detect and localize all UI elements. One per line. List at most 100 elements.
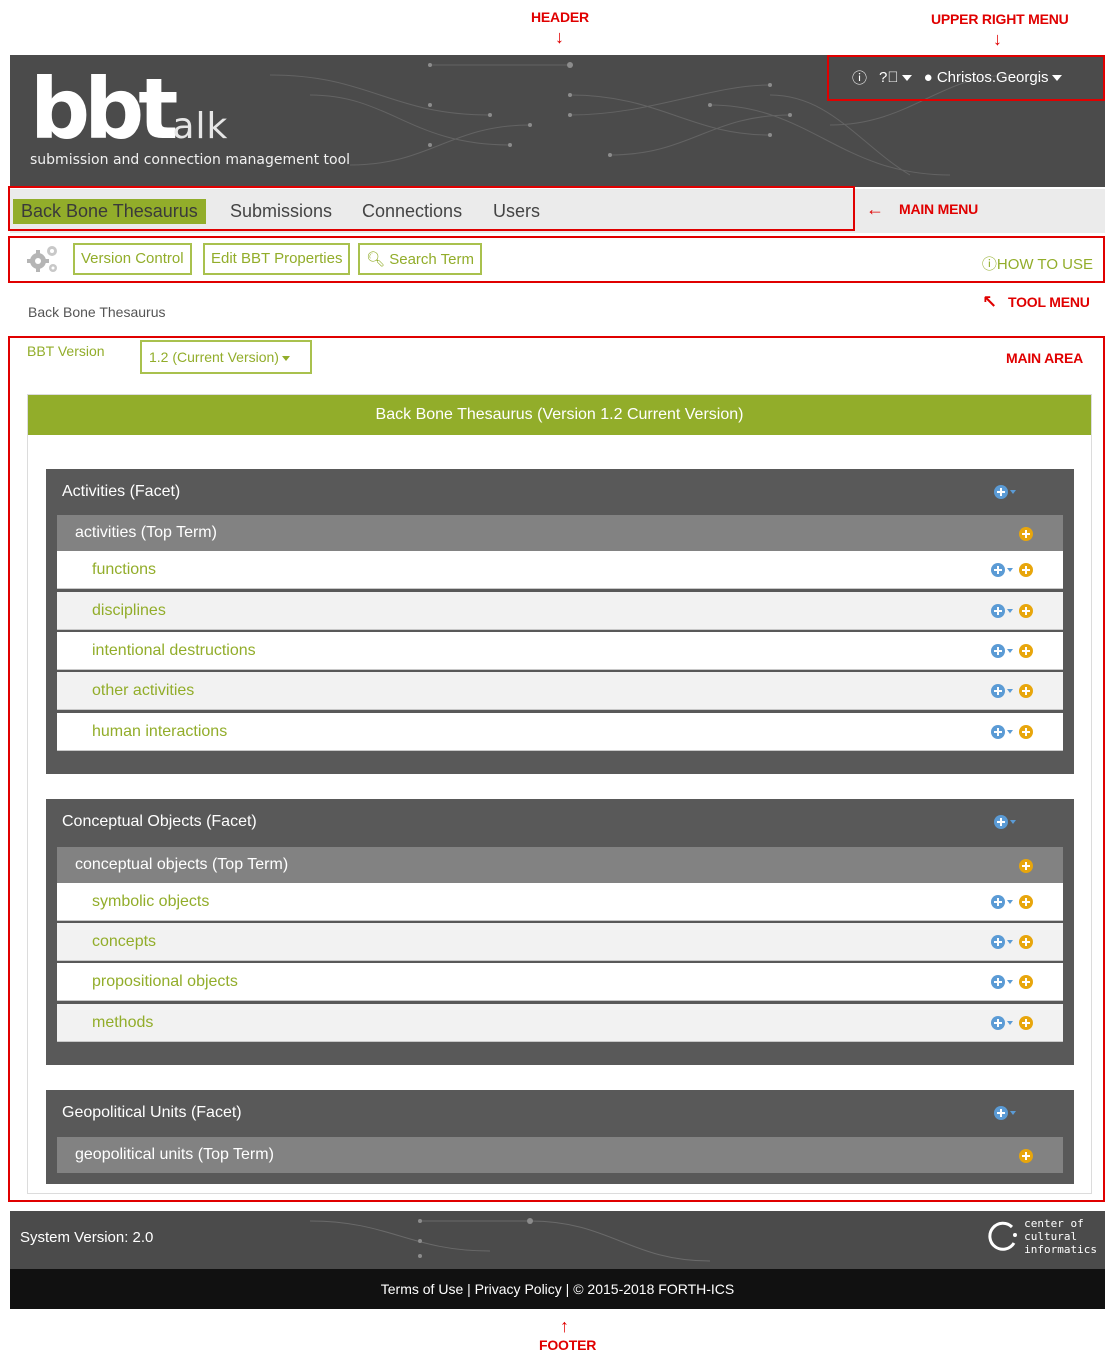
top-term-label: conceptual objects (Top Term): [75, 856, 289, 873]
plus-circle-icon: [991, 603, 1005, 618]
add-dropdown[interactable]: [991, 723, 1013, 741]
term-link[interactable]: human interactions: [92, 723, 227, 741]
copyright: © 2015-2018 FORTH-ICS: [573, 1281, 735, 1297]
add-dropdown[interactable]: [991, 561, 1013, 579]
annotation-main-area: MAIN AREA: [1006, 350, 1084, 366]
plus-circle-icon[interactable]: [1019, 1016, 1033, 1030]
top-term[interactable]: conceptual objects (Top Term): [57, 847, 1063, 883]
add-dropdown[interactable]: [994, 1104, 1016, 1122]
term-row: concepts: [57, 923, 1063, 961]
plus-circle-icon: [1019, 1148, 1033, 1163]
term-actions: [991, 682, 1033, 700]
term-link[interactable]: functions: [92, 561, 156, 579]
term-link[interactable]: intentional destructions: [92, 642, 256, 660]
add-term-button[interactable]: [1019, 525, 1033, 543]
annotation-footer: FOOTER: [539, 1337, 597, 1353]
term-link[interactable]: symbolic objects: [92, 893, 209, 911]
facet-geopolitical-units: Geopolitical Units (Facet) geopolitical …: [46, 1090, 1074, 1184]
annotation-tool-menu: TOOL MENU: [1008, 294, 1090, 310]
plus-circle-icon: [991, 643, 1005, 658]
chevron-down-icon: [1010, 489, 1016, 494]
plus-circle-icon[interactable]: [1019, 684, 1033, 698]
panel-title: Back Bone Thesaurus (Version 1.2 Current…: [28, 395, 1091, 435]
top-term-label: geopolitical units (Top Term): [75, 1146, 274, 1163]
cci-logo: center of cultural informatics: [988, 1217, 1097, 1256]
term-link[interactable]: concepts: [92, 933, 156, 951]
add-dropdown[interactable]: [991, 602, 1013, 620]
plus-circle-icon[interactable]: [1019, 935, 1033, 949]
add-dropdown[interactable]: [991, 1014, 1013, 1032]
cci-logo-icon: [988, 1221, 1018, 1251]
plus-circle-icon: [1019, 526, 1033, 541]
add-dropdown[interactable]: [991, 682, 1013, 700]
add-dropdown[interactable]: [994, 813, 1016, 831]
chevron-down-icon: [1007, 688, 1013, 693]
plus-circle-icon[interactable]: [1019, 644, 1033, 658]
plus-circle-icon: [991, 724, 1005, 739]
arrow-up-left-icon: ↖: [982, 292, 998, 312]
term-link[interactable]: methods: [92, 1014, 153, 1032]
term-row: intentional destructions: [57, 632, 1063, 670]
top-term[interactable]: geopolitical units (Top Term): [57, 1137, 1063, 1173]
plus-circle-icon: [991, 1015, 1005, 1030]
chevron-down-icon: [1007, 729, 1013, 734]
arrow-up-icon: ↑: [560, 1316, 569, 1336]
add-dropdown[interactable]: [991, 973, 1013, 991]
term-actions: [991, 642, 1033, 660]
chevron-down-icon: [281, 355, 290, 361]
annotation-box-tool-menu: [8, 236, 1105, 283]
term-link[interactable]: propositional objects: [92, 973, 238, 991]
plus-circle-icon[interactable]: [1019, 563, 1033, 577]
privacy-policy-link[interactable]: Privacy Policy: [475, 1281, 562, 1297]
chevron-down-icon: [1010, 819, 1016, 824]
term-row: methods: [57, 1004, 1063, 1042]
header-tagline: submission and connection management too…: [30, 152, 351, 168]
chevron-down-icon: [1007, 1020, 1013, 1025]
top-term[interactable]: activities (Top Term): [57, 515, 1063, 551]
annotation-box-upper-right-menu: [827, 55, 1105, 101]
plus-circle-icon: [991, 974, 1005, 989]
chevron-down-icon: [1010, 1110, 1016, 1115]
term-actions: [991, 602, 1033, 620]
term-row: disciplines: [57, 592, 1063, 630]
plus-circle-icon: [991, 934, 1005, 949]
add-dropdown[interactable]: [991, 893, 1013, 911]
plus-circle-icon[interactable]: [1019, 604, 1033, 618]
term-link[interactable]: disciplines: [92, 602, 166, 620]
term-actions: [991, 1014, 1033, 1032]
term-actions: [991, 973, 1033, 991]
term-link[interactable]: other activities: [92, 682, 194, 700]
plus-circle-icon: [991, 562, 1005, 577]
facet-title: Geopolitical Units (Facet): [62, 1104, 242, 1121]
annotation-upper-right-menu: UPPER RIGHT MENU: [931, 11, 1069, 27]
plus-circle-icon: [994, 484, 1008, 499]
annotation-box-main-menu: [8, 186, 855, 231]
chevron-down-icon: [1007, 939, 1013, 944]
facet-conceptual-objects: Conceptual Objects (Facet) conceptual ob…: [46, 799, 1074, 1065]
add-term-button[interactable]: [1019, 1147, 1033, 1165]
term-row: functions: [57, 551, 1063, 589]
chevron-down-icon: [1007, 979, 1013, 984]
plus-circle-icon: [994, 1105, 1008, 1120]
add-dropdown[interactable]: [991, 933, 1013, 951]
facet-activities: Activities (Facet) activities (Top Term)…: [46, 469, 1074, 774]
add-term-button[interactable]: [1019, 857, 1033, 875]
plus-circle-icon[interactable]: [1019, 975, 1033, 989]
term-actions: [991, 933, 1033, 951]
bbt-version-label: BBT Version: [27, 343, 105, 359]
chevron-down-icon: [1007, 608, 1013, 613]
bbtalk-logo: bbtalk: [30, 60, 229, 158]
arrow-down-icon: ↓: [993, 29, 1002, 49]
add-dropdown[interactable]: [994, 483, 1016, 501]
term-row: symbolic objects: [57, 883, 1063, 921]
plus-circle-icon[interactable]: [1019, 895, 1033, 909]
chevron-down-icon: [1007, 899, 1013, 904]
term-row: propositional objects: [57, 963, 1063, 1001]
facet-title: Activities (Facet): [62, 483, 181, 500]
term-actions: [991, 723, 1033, 741]
add-dropdown[interactable]: [991, 642, 1013, 660]
plus-circle-icon[interactable]: [1019, 725, 1033, 739]
terms-of-use-link[interactable]: Terms of Use: [381, 1281, 463, 1297]
version-select[interactable]: 1.2 (Current Version): [140, 340, 312, 374]
breadcrumb: Back Bone Thesaurus: [28, 304, 166, 320]
